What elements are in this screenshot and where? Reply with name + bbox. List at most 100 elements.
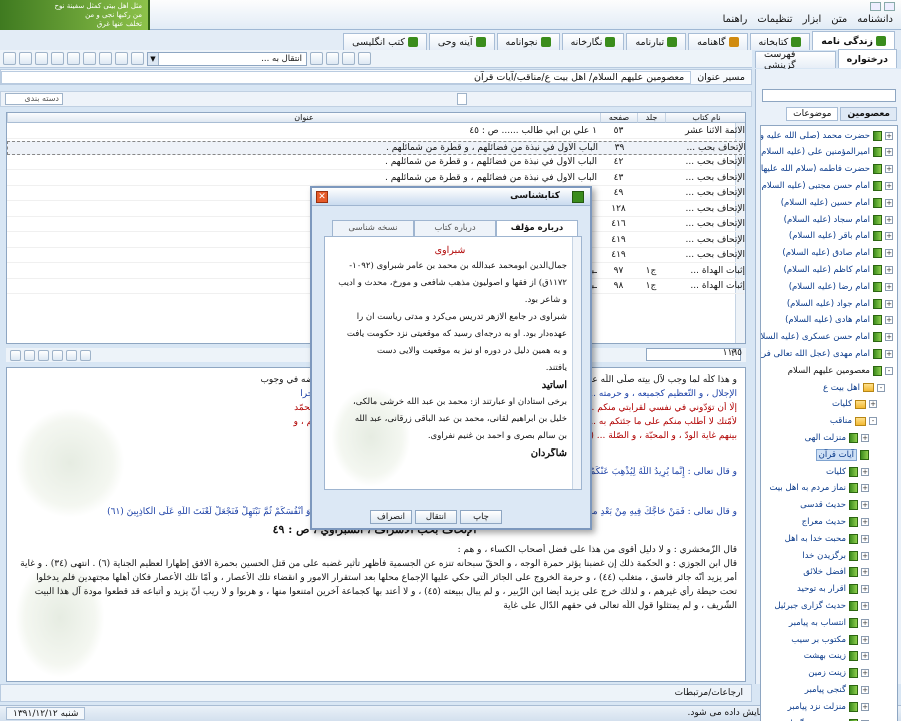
tab-about-book[interactable]: درباره کتاب (414, 220, 496, 236)
menu-item[interactable]: دانشنامه (857, 14, 893, 25)
tree-item[interactable]: + امام سجاد (علیه السلام) (784, 212, 893, 227)
tree-item[interactable]: + اقرار به توحید (797, 582, 869, 597)
tree-item[interactable]: + امام جواد (علیه السلام) (787, 296, 893, 311)
tab-module[interactable]: نجوانامه (496, 33, 560, 50)
table-row[interactable]: ١ علي بن أبي طالب ...... ص : ٤٥ ٥٣ الأئمة … (7, 125, 745, 139)
expand-icon[interactable]: + (885, 265, 893, 274)
tab-module[interactable]: آینه وحی (428, 33, 495, 50)
expand-icon[interactable]: + (861, 601, 869, 610)
image-icon[interactable] (80, 349, 91, 361)
next-icon[interactable] (38, 349, 49, 361)
expand-icon[interactable]: + (885, 198, 893, 207)
expand-icon[interactable]: + (861, 517, 869, 526)
col-header-vol[interactable]: جلد (637, 113, 665, 123)
expand-icon[interactable]: + (885, 181, 893, 190)
tree-item[interactable]: + امام مهدی (عجل الله تعالی فرج (761, 346, 893, 361)
tab-module[interactable]: کتب انگلیسی (343, 33, 427, 50)
collapse-icon[interactable]: - (869, 417, 877, 426)
col-header-page[interactable]: صفحه (600, 113, 637, 123)
tree-item[interactable]: + امام حسین (علیه السلام) (781, 195, 893, 210)
expand-icon[interactable]: + (861, 433, 869, 442)
save-icon[interactable] (67, 52, 80, 65)
tree-item[interactable]: + گنجی پیامبر (805, 682, 869, 697)
expand-icon[interactable]: + (861, 652, 869, 661)
tab-module[interactable]: تبارنامه (626, 33, 687, 50)
transfer-button[interactable]: انتقال (415, 510, 457, 524)
table-row[interactable]: الباب الأول في نبذة من فضائلهم ، و قطرة … (7, 172, 745, 186)
expand-icon[interactable]: + (885, 215, 893, 224)
menu-item[interactable]: تنظیمات (757, 14, 792, 25)
expand-icon[interactable]: + (861, 669, 869, 678)
last-icon[interactable] (52, 349, 63, 361)
tree-item[interactable]: + امیرالمؤمنین علی (علیه السلام) (761, 145, 893, 160)
expand-icon[interactable]: + (861, 467, 869, 476)
tree-item[interactable]: + زینت زمین (808, 666, 869, 681)
expand-icon[interactable]: + (885, 282, 893, 291)
tree-item[interactable]: - معصومین علیهم السلام (788, 363, 893, 378)
tree-item[interactable]: +مجموعه در گفتار پ (775, 716, 869, 721)
tree-item[interactable]: + نماز مردم به اهل بیت (769, 481, 869, 496)
expand-icon[interactable]: + (861, 635, 869, 644)
expand-icon[interactable]: + (885, 333, 893, 342)
tree-item[interactable]: + امام رضا (علیه السلام) (789, 279, 893, 294)
tree-item[interactable]: + حضرت فاطمه (سلام الله علیها) (761, 162, 893, 177)
tree-item[interactable]: + حضرت محمد (صلی الله علیه و (761, 128, 893, 143)
tree-item[interactable]: + حدیث گزاری جبرئیل (774, 598, 869, 613)
tree-item[interactable]: آیات قرآن (815, 447, 869, 462)
tab-module[interactable]: گاهنامه (688, 33, 748, 50)
expand-icon[interactable]: + (861, 534, 869, 543)
bookmark-icon[interactable] (310, 52, 323, 65)
expand-icon[interactable]: + (861, 618, 869, 627)
tree-item[interactable]: - اهل بیت ع (823, 380, 885, 395)
sidebar-search-input[interactable] (762, 89, 896, 102)
tree-item[interactable]: + امام صادق (علیه السلام) (782, 246, 893, 261)
col-header-book[interactable]: نام کتاب (665, 113, 745, 123)
menu-item[interactable]: ابزار (803, 14, 822, 25)
edit-icon[interactable] (115, 52, 128, 65)
tree-item[interactable]: + منزلت نزد پیامبر (788, 699, 869, 714)
tree-item[interactable]: + امام هادی (علیه السلام) (785, 313, 893, 328)
tab-module[interactable]: نگارخانه (561, 33, 625, 50)
close-icon[interactable]: ✕ (316, 191, 328, 203)
maximize-icon[interactable] (884, 2, 895, 11)
tree-item[interactable]: + منزلت الهی (805, 430, 869, 445)
tab-selective-index[interactable]: فهرست گزینشی (755, 49, 836, 71)
tree-item[interactable]: + افضل خلائق (803, 565, 869, 580)
expand-icon[interactable]: + (885, 316, 893, 325)
tree-item[interactable]: + برگزیدن خدا (802, 548, 869, 563)
settings-icon[interactable] (99, 52, 112, 65)
collapse-icon[interactable]: - (877, 383, 885, 392)
dialog-scrollbar[interactable] (572, 237, 581, 489)
expand-icon[interactable]: + (861, 702, 869, 711)
tab-tree[interactable]: درختواره (837, 49, 897, 68)
keyboard-icon[interactable] (83, 52, 96, 65)
expand-icon[interactable]: + (861, 685, 869, 694)
highlight-icon[interactable] (342, 52, 355, 65)
tree-item[interactable]: + کلیات (826, 464, 869, 479)
category-checkbox[interactable]: دسته بندی (5, 93, 63, 105)
expand-icon[interactable]: + (869, 400, 877, 409)
tree-item[interactable]: + مکتوب بر سیب (791, 632, 869, 647)
expand-icon[interactable]: + (885, 299, 893, 308)
cancel-button[interactable]: انصراف (370, 510, 412, 524)
text-icon[interactable] (66, 349, 77, 361)
copy-icon[interactable] (35, 52, 48, 65)
note-icon[interactable] (326, 52, 339, 65)
minimize-icon[interactable] (870, 2, 881, 11)
print-icon[interactable] (51, 52, 64, 65)
filter-icon[interactable] (457, 93, 467, 105)
forward-icon[interactable] (19, 52, 32, 65)
tree-item[interactable]: + زینت بهشت (804, 649, 869, 664)
expand-icon[interactable]: + (885, 349, 893, 358)
pin-icon[interactable] (358, 52, 371, 65)
expand-icon[interactable]: + (885, 232, 893, 241)
tab-masomin[interactable]: معصومین (840, 107, 897, 121)
tree-item[interactable]: - مناقب (830, 414, 877, 429)
expand-icon[interactable]: + (861, 551, 869, 560)
tab-mowzuat[interactable]: موضوعات (786, 107, 839, 121)
collapse-icon[interactable]: - (885, 366, 893, 375)
expand-icon[interactable]: + (885, 165, 893, 174)
menu-item[interactable]: راهنما (723, 14, 748, 25)
prev-icon[interactable] (24, 349, 35, 361)
goto-combo[interactable]: ▼ انتقال به ... (147, 51, 307, 66)
